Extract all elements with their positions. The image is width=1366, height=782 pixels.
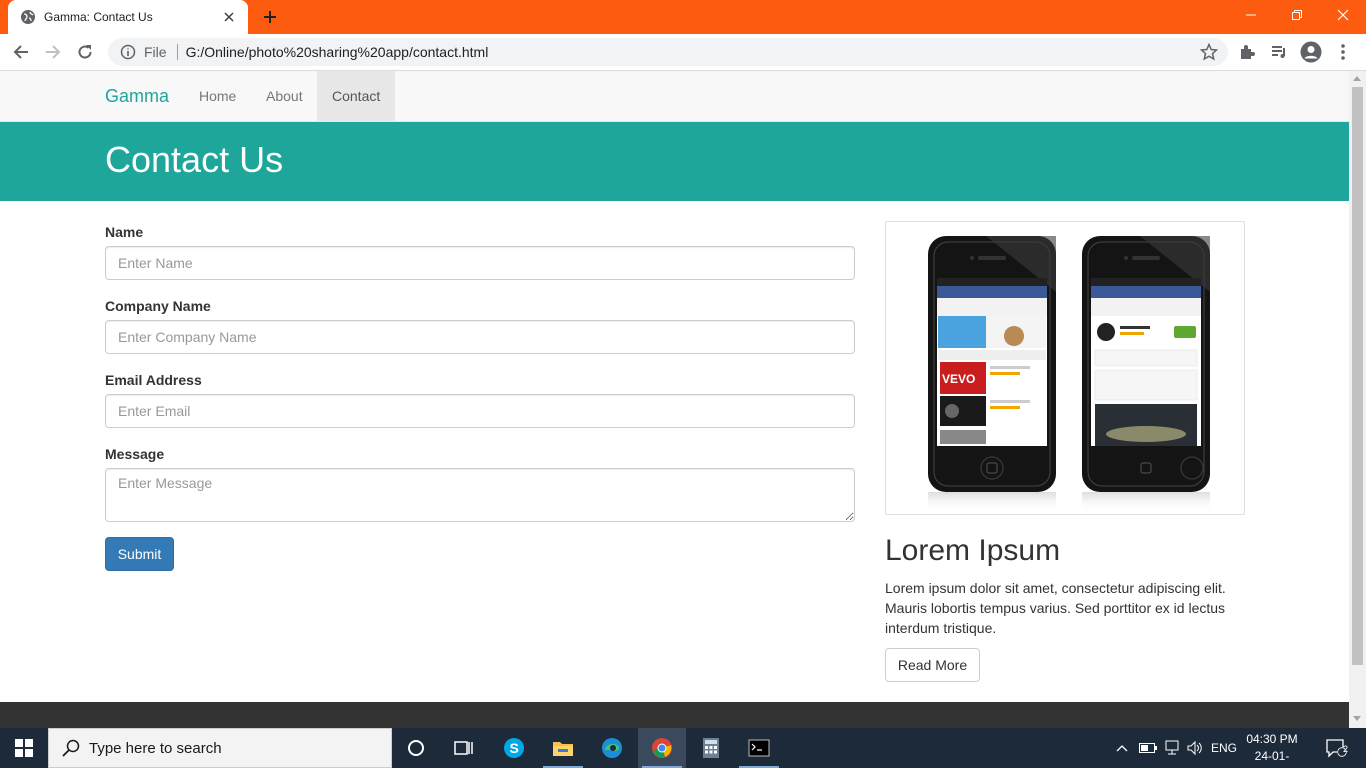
nav-about[interactable]: About: [251, 71, 318, 121]
chevron-up-icon[interactable]: [1112, 728, 1132, 768]
reload-button[interactable]: [72, 39, 98, 65]
message-textarea[interactable]: [105, 468, 855, 522]
close-window-button[interactable]: [1320, 0, 1366, 30]
name-label: Name: [105, 224, 144, 240]
calculator-icon[interactable]: [687, 728, 735, 768]
page-viewport: Gamma Home About Contact Contact Us Name…: [0, 71, 1349, 728]
taskbar-search-box[interactable]: Type here to search: [48, 728, 392, 768]
page-footer: [0, 702, 1349, 728]
restore-button[interactable]: [1274, 0, 1320, 30]
nav-home[interactable]: Home: [184, 71, 251, 121]
smartphones-image: VEVO: [885, 221, 1245, 515]
scheme-label: File: [144, 44, 167, 60]
language-label: ENG: [1210, 741, 1237, 755]
site-brand[interactable]: Gamma: [105, 86, 169, 107]
system-clock[interactable]: 04:30 PM 24-01-2021: [1242, 731, 1302, 782]
skype-icon[interactable]: S: [490, 728, 538, 768]
language-indicator[interactable]: ENG: [1208, 728, 1240, 768]
task-view-icon[interactable]: [440, 728, 488, 768]
volume-icon[interactable]: [1184, 728, 1206, 768]
nav-contact[interactable]: Contact: [317, 71, 396, 121]
profile-avatar-icon[interactable]: [1298, 39, 1324, 65]
company-name-label: Company Name: [105, 298, 211, 314]
tab-close-icon[interactable]: [220, 8, 238, 26]
chrome-menu-icon[interactable]: [1330, 39, 1356, 65]
media-queue-icon[interactable]: [1266, 39, 1292, 65]
svg-text:VEVO: VEVO: [942, 372, 975, 386]
browser-toolbar: File G:/Online/photo%20sharing%20app/con…: [0, 34, 1366, 71]
submit-button[interactable]: Submit: [105, 537, 174, 571]
edge-icon[interactable]: [588, 728, 636, 768]
company-name-input[interactable]: [105, 320, 855, 354]
page-scrollbar[interactable]: [1349, 71, 1366, 728]
terminal-icon[interactable]: [735, 728, 783, 768]
page-title: Contact Us: [105, 139, 284, 180]
battery-icon[interactable]: [1137, 728, 1159, 768]
search-icon: [61, 738, 81, 758]
clock-date: 24-01-2021: [1254, 749, 1290, 780]
email-input[interactable]: [105, 394, 855, 428]
new-tab-button[interactable]: [258, 5, 282, 29]
message-label: Message: [105, 446, 165, 462]
scrollbar-thumb[interactable]: [1352, 87, 1363, 665]
notification-center-icon[interactable]: 2: [1316, 728, 1356, 768]
scroll-up-arrow-icon[interactable]: [1353, 76, 1361, 81]
search-placeholder: Type here to search: [89, 739, 222, 757]
notification-count: 2: [1343, 744, 1349, 754]
cortana-icon[interactable]: [392, 728, 440, 768]
chrome-icon[interactable]: [638, 728, 686, 768]
tab-title: Gamma: Contact Us: [44, 10, 153, 24]
minimize-button[interactable]: [1228, 0, 1274, 30]
page-header-banner: Contact Us: [0, 122, 1349, 201]
file-explorer-icon[interactable]: [539, 728, 587, 768]
windows-start-icon[interactable]: [0, 728, 48, 768]
clock-time: 04:30 PM: [1246, 732, 1298, 746]
info-icon[interactable]: [120, 44, 136, 60]
sidebar-text: Lorem ipsum dolor sit amet, consectetur …: [885, 580, 1226, 636]
back-button[interactable]: [8, 39, 34, 65]
bookmark-star-icon[interactable]: [1200, 43, 1218, 61]
address-bar[interactable]: File G:/Online/photo%20sharing%20app/con…: [108, 38, 1228, 66]
url-text[interactable]: G:/Online/photo%20sharing%20app/contact.…: [186, 44, 489, 60]
browser-titlebar: Gamma: Contact Us: [0, 0, 1366, 34]
omnibox-divider: [176, 44, 178, 60]
globe-icon: [20, 9, 36, 25]
svg-text:S: S: [510, 740, 519, 756]
email-label: Email Address: [105, 372, 202, 388]
network-icon[interactable]: [1161, 728, 1183, 768]
forward-button[interactable]: [40, 39, 66, 65]
site-navbar: Gamma Home About Contact: [0, 71, 1349, 122]
windows-taskbar: Type here to search S ENG 04:30 PM 24-01…: [0, 728, 1366, 780]
sidebar-title: Lorem Ipsum: [885, 534, 1061, 567]
extensions-puzzle-icon[interactable]: [1234, 39, 1260, 65]
browser-tab[interactable]: Gamma: Contact Us: [8, 0, 248, 34]
name-input[interactable]: [105, 246, 855, 280]
scroll-down-arrow-icon[interactable]: [1353, 716, 1361, 721]
read-more-button[interactable]: Read More: [885, 648, 980, 682]
